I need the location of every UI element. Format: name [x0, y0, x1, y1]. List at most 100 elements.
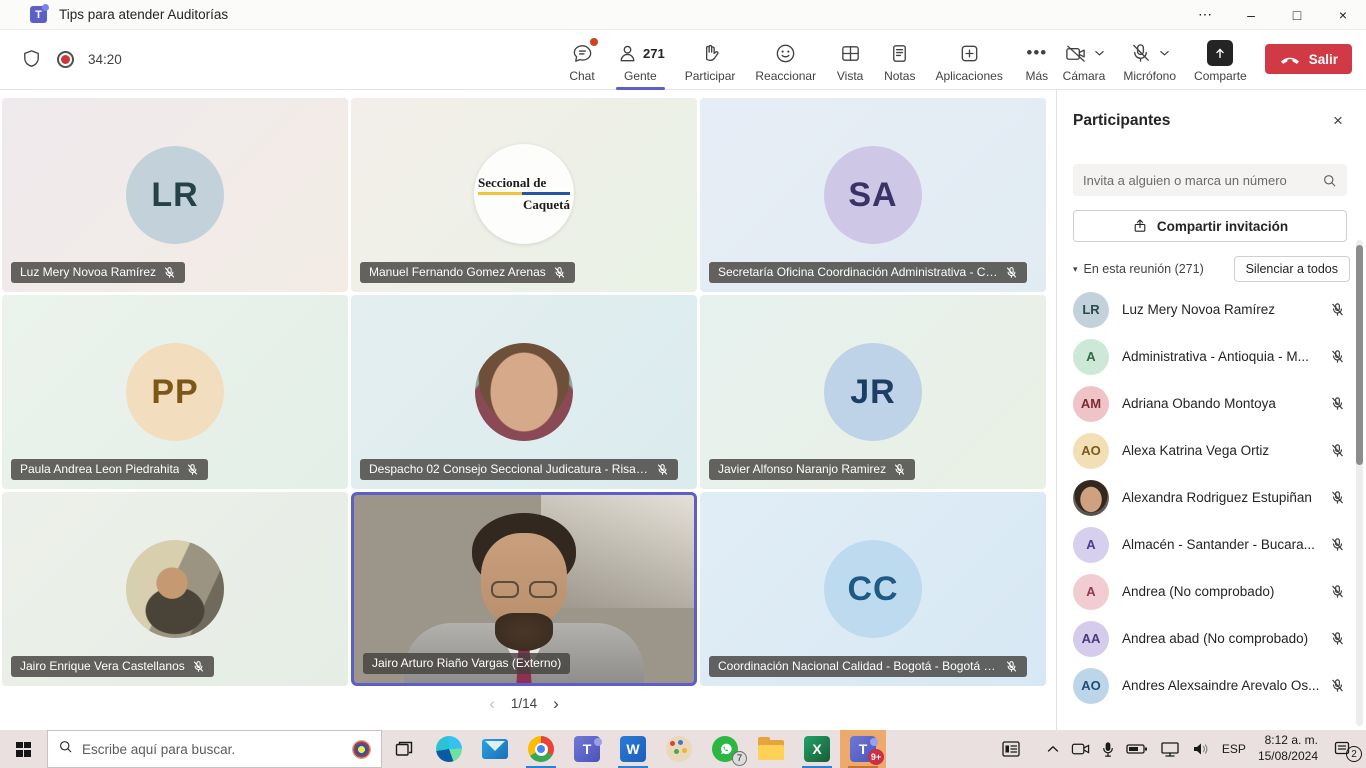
tray-battery-icon[interactable]: [1126, 743, 1148, 755]
video-tile[interactable]: CC Coordinación Nacional Calidad - Bogot…: [700, 492, 1046, 686]
video-tile[interactable]: PP Paula Andrea Leon Piedrahita: [2, 295, 348, 489]
window-close-button[interactable]: ×: [1320, 0, 1366, 30]
people-count: 271: [643, 46, 665, 61]
notification-center-button[interactable]: 2: [1330, 741, 1356, 757]
taskbar-app-edge[interactable]: [426, 730, 472, 768]
grid-pagination: ‹ 1/14 ›: [0, 695, 1048, 712]
window-minimize-button[interactable]: –: [1228, 0, 1274, 30]
toolbar-react-button[interactable]: Reaccionar: [745, 36, 826, 83]
tray-chevron-up-icon[interactable]: [1047, 745, 1059, 753]
participant-name-label: Despacho 02 Consejo Seccional Judicatura…: [360, 459, 678, 480]
participant-row[interactable]: A Almacén - Santander - Bucara...: [1057, 521, 1359, 568]
news-widgets-icon[interactable]: [1001, 740, 1021, 758]
toolbar-notes-button[interactable]: Notas: [874, 36, 925, 83]
view-grid-icon: [839, 42, 862, 65]
logo-underline: [478, 192, 570, 195]
avatar-photo: [126, 540, 224, 638]
participant-row[interactable]: Alexandra Rodriguez Estupiñan: [1057, 474, 1359, 521]
tray-microphone-icon[interactable]: [1102, 741, 1114, 758]
video-tile[interactable]: JR Javier Alfonso Naranjo Ramirez: [700, 295, 1046, 489]
avatar: AA: [1073, 621, 1109, 657]
microphone-button[interactable]: Micrófono: [1123, 36, 1176, 83]
window-maximize-button[interactable]: □: [1274, 0, 1320, 30]
toolbar-people-button[interactable]: 271 Gente: [606, 36, 675, 83]
page-indicator: 1/14: [511, 696, 537, 711]
taskbar-search-input[interactable]: [82, 742, 343, 757]
task-view-icon: [395, 741, 413, 757]
participant-row[interactable]: LR Luz Mery Novoa Ramírez: [1057, 286, 1359, 333]
video-tile[interactable]: Seccional de Caquetá Manuel Fernando Gom…: [351, 98, 697, 292]
chevron-down-icon[interactable]: [1094, 49, 1105, 57]
start-button[interactable]: [0, 730, 47, 768]
raise-hand-icon: [699, 42, 722, 65]
mic-off-icon: [1330, 490, 1345, 505]
toolbar-chat-button[interactable]: Chat: [558, 36, 606, 83]
edge-icon: [436, 736, 462, 762]
share-invite-button[interactable]: Compartir invitación: [1073, 210, 1347, 242]
video-grid: LR Luz Mery Novoa Ramírez Seccional de C…: [2, 98, 1046, 686]
clock[interactable]: 8:12 a. m. 15/08/2024: [1258, 733, 1318, 764]
toolbar-raise-hand-button[interactable]: Participar: [675, 36, 746, 83]
mic-off-icon: [192, 660, 205, 673]
toolbar-more-button[interactable]: ••• Más: [1013, 36, 1061, 83]
participant-name-label: Jairo Arturo Riaño Vargas (Externo): [363, 653, 570, 674]
microphone-off-icon: [1129, 42, 1152, 65]
task-view-button[interactable]: [382, 730, 426, 768]
more-dots-icon: •••: [1026, 40, 1047, 66]
participant-row[interactable]: A Administrativa - Antioquia - M...: [1057, 333, 1359, 380]
taskbar-app-paint[interactable]: [656, 730, 702, 768]
participant-row[interactable]: AO Alexa Katrina Vega Ortiz: [1057, 427, 1359, 474]
taskbar-app-whatsapp[interactable]: 7: [702, 730, 748, 768]
tray-network-icon[interactable]: [1160, 741, 1180, 757]
previous-page-button[interactable]: ‹: [489, 695, 495, 712]
mic-off-icon: [1330, 678, 1345, 693]
participant-row[interactable]: AA Andrea abad (No comprobado): [1057, 615, 1359, 662]
participant-row[interactable]: A Andrea (No comprobado): [1057, 568, 1359, 615]
title-bar: T Tips para atender Auditorías ⋯ – □ ×: [0, 0, 1366, 30]
tray-speaker-icon[interactable]: [1192, 742, 1210, 756]
invite-search-input[interactable]: [1083, 173, 1322, 188]
language-indicator[interactable]: ESP: [1222, 742, 1246, 756]
taskbar-app-teams-active[interactable]: T 9+: [840, 730, 886, 768]
video-tile-active-speaker[interactable]: Jairo Arturo Riaño Vargas (Externo): [351, 492, 697, 686]
participants-panel: Participantes × Compartir invitación ▾ E…: [1056, 90, 1366, 730]
taskbar-app-file-explorer[interactable]: [748, 730, 794, 768]
taskbar-app-teams[interactable]: T: [564, 730, 610, 768]
in-meeting-section-toggle[interactable]: ▾ En esta reunión (271): [1073, 262, 1204, 276]
mic-off-icon: [1330, 349, 1345, 364]
windows-taskbar: T W 7 X T 9+: [0, 730, 1366, 768]
mic-off-icon: [1330, 631, 1345, 646]
window-more-button[interactable]: ⋯: [1182, 0, 1228, 30]
taskbar-app-mail[interactable]: [472, 730, 518, 768]
taskbar-app-word[interactable]: W: [610, 730, 656, 768]
invite-search-box[interactable]: [1073, 164, 1347, 196]
close-panel-button[interactable]: ×: [1324, 108, 1352, 134]
taskbar-app-excel[interactable]: X: [794, 730, 840, 768]
tray-meet-now-icon[interactable]: [1071, 742, 1090, 756]
avatar: LR: [1073, 292, 1109, 328]
video-tile[interactable]: Despacho 02 Consejo Seccional Judicatura…: [351, 295, 697, 489]
taskbar-search-box[interactable]: [47, 730, 382, 768]
chevron-down-icon[interactable]: [1159, 49, 1170, 57]
share-screen-button[interactable]: Comparte: [1194, 36, 1247, 83]
video-tile[interactable]: SA Secretaría Oficina Coordinación Admin…: [700, 98, 1046, 292]
toolbar-apps-button[interactable]: Aplicaciones: [925, 36, 1012, 83]
taskbar-app-chrome[interactable]: [518, 730, 564, 768]
participant-row[interactable]: AO Andres Alexsaindre Arevalo Os...: [1057, 662, 1359, 709]
participant-row[interactable]: AM Adriana Obando Montoya: [1057, 380, 1359, 427]
next-page-button[interactable]: ›: [553, 695, 559, 712]
avatar: CC: [824, 540, 922, 638]
video-tile[interactable]: LR Luz Mery Novoa Ramírez: [2, 98, 348, 292]
mute-all-button[interactable]: Silenciar a todos: [1234, 256, 1350, 282]
leave-button[interactable]: Salir: [1265, 44, 1352, 74]
toolbar-view-button[interactable]: Vista: [826, 36, 874, 83]
avatar: LR: [126, 146, 224, 244]
panel-scrollbar-thumb[interactable]: [1356, 245, 1363, 465]
coat-of-arms-icon: [352, 740, 371, 759]
video-tile[interactable]: Jairo Enrique Vera Castellanos: [2, 492, 348, 686]
hang-up-icon: [1279, 54, 1301, 65]
camera-button[interactable]: Cámara: [1063, 36, 1106, 83]
participant-name-label: Javier Alfonso Naranjo Ramirez: [709, 459, 915, 480]
meeting-toolbar: 34:20 Chat 271 Gente: [0, 30, 1366, 90]
active-tab-underline: [616, 87, 665, 90]
